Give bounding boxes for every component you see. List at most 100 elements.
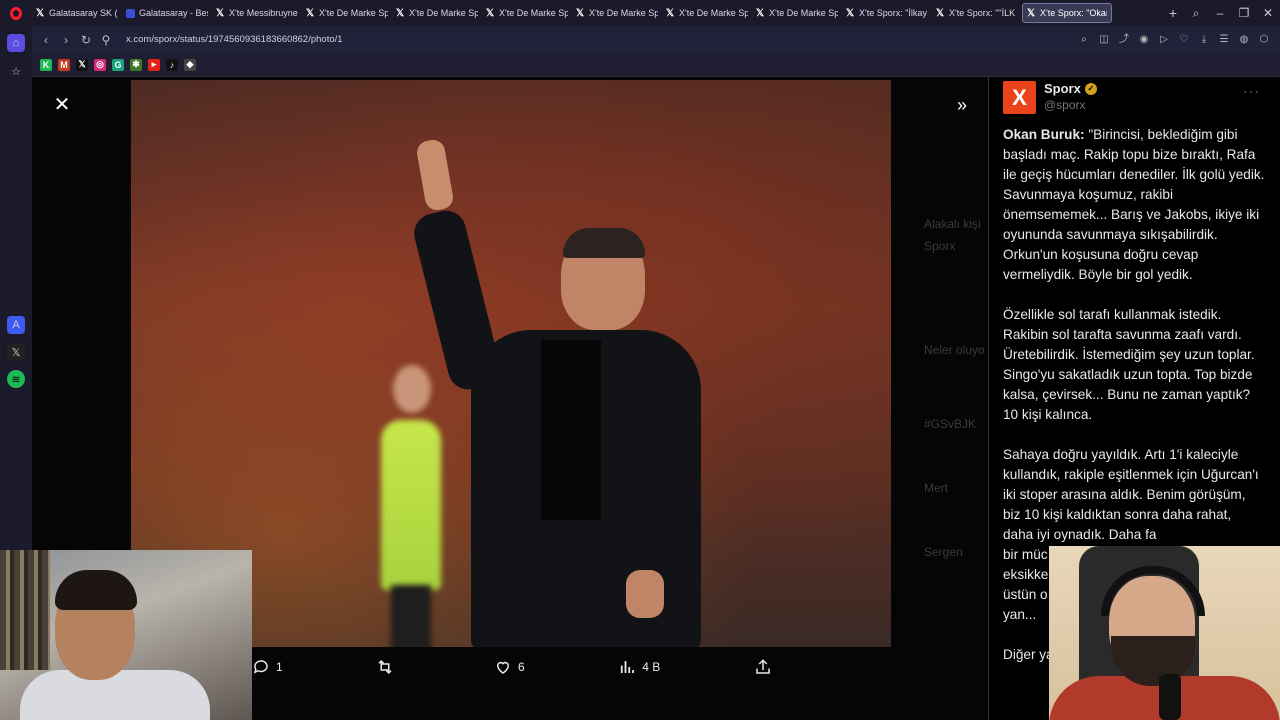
x-icon: 𝕏 xyxy=(576,7,585,19)
referee-figure xyxy=(393,365,431,413)
browser-tab[interactable]: Galatasaray - Beşikt xyxy=(122,3,212,23)
menu-icon[interactable]: ☰ xyxy=(1216,32,1232,48)
url-tools: ⌕ ◫ ⤴ ◉ ▷ ♡ ⤓ ☰ ◍ ⬡ xyxy=(1076,32,1272,48)
browser-tab[interactable]: 𝕏 X'te Sporx: ""İLK 30 xyxy=(932,3,1022,23)
opera-logo-icon[interactable] xyxy=(0,0,32,26)
browser-tab[interactable]: 𝕏 X'te De Marke Spor xyxy=(662,3,752,23)
bookmark-extra-icon[interactable]: ◆ xyxy=(184,58,196,71)
url-field[interactable]: x.com/sporx/status/1974560936183660862/p… xyxy=(126,34,1076,45)
tweet-paragraph: Sahaya doğru yayıldık. Artı 1'i kaleciyl… xyxy=(1003,447,1259,542)
bookmark-gmail-icon[interactable]: M xyxy=(58,58,70,71)
like-count: 6 xyxy=(517,660,525,674)
coach-hand xyxy=(415,138,455,212)
views-button[interactable]: 4 B xyxy=(618,658,660,676)
forward-button[interactable]: › xyxy=(56,33,76,47)
tab-label: X'te De Marke Spor xyxy=(409,8,478,18)
tab-label: Galatasaray - Beşikt xyxy=(139,8,208,18)
repost-icon xyxy=(378,659,392,675)
share-button[interactable] xyxy=(754,658,772,676)
referee-shirt xyxy=(381,420,441,590)
x-icon: 𝕏 xyxy=(306,7,315,19)
bookmarks-bar: K M 𝕏 ◎ G ✱ ▸ ♪ ◆ xyxy=(32,53,1280,77)
zoom-icon[interactable]: ⌕ xyxy=(1076,32,1092,48)
browser-tab[interactable]: 𝕏 X'te De Marke Spor xyxy=(302,3,392,23)
reply-button[interactable]: 1 xyxy=(252,658,283,676)
views-count: 4 B xyxy=(642,660,661,674)
like-button[interactable]: 6 xyxy=(494,658,525,676)
maximize-button[interactable]: ❐ xyxy=(1232,6,1256,20)
tab-label: X'te Sporx: ""İLK 30 xyxy=(949,8,1018,18)
browser-tab[interactable]: 𝕏 Galatasaray SK (@G xyxy=(32,3,122,23)
search-tabs-icon[interactable]: ⌕ xyxy=(1184,6,1208,21)
minimize-button[interactable]: – xyxy=(1208,6,1232,20)
bookshelf xyxy=(0,550,50,670)
x-icon: 𝕏 xyxy=(756,7,765,19)
webcam-right xyxy=(1049,546,1280,720)
player-icon[interactable]: ▷ xyxy=(1156,32,1172,48)
x-icon: 𝕏 xyxy=(486,7,495,19)
home-icon[interactable]: ⌂ xyxy=(7,34,25,52)
new-tab-button[interactable]: + xyxy=(1162,5,1184,21)
webcam-left xyxy=(0,550,252,720)
x-app-icon[interactable]: 𝕏 xyxy=(7,343,25,361)
tab-label: X'te De Marke Spor xyxy=(319,8,388,18)
tab-label: X'te De Marke Spor xyxy=(679,8,748,18)
heart-icon xyxy=(496,661,509,674)
author-handle[interactable]: @sporx xyxy=(1044,98,1097,112)
extensions-icon[interactable]: ⬡ xyxy=(1256,32,1272,48)
bookmark-x-icon[interactable]: 𝕏 xyxy=(76,58,88,71)
browser-tab[interactable]: 𝕏 X'te De Marke Spor xyxy=(482,3,572,23)
bookmark-instagram-icon[interactable]: ◎ xyxy=(94,58,106,71)
browser-tab[interactable]: 𝕏 X'te De Marke Spor xyxy=(392,3,482,23)
address-bar: ‹ › ↻ ⚲ x.com/sporx/status/1974560936183… xyxy=(32,26,1280,53)
coach-shirt xyxy=(541,340,601,520)
browser-tab[interactable]: 𝕏 X'te Messibruyne: " xyxy=(212,3,302,23)
x-icon: 𝕏 xyxy=(846,7,855,19)
verified-badge-icon: ✓ xyxy=(1084,82,1097,95)
profile-icon[interactable]: ◍ xyxy=(1236,32,1252,48)
coach-other-hand xyxy=(626,570,664,618)
author-name[interactable]: Sporx xyxy=(1044,81,1081,96)
browser-tab[interactable]: 𝕏 X'te De Marke Spor xyxy=(572,3,662,23)
avatar[interactable]: X xyxy=(1003,81,1036,114)
repost-button[interactable] xyxy=(376,658,400,676)
browser-tab[interactable]: 𝕏 X'te Sporx: "İlkay Gü xyxy=(842,3,932,23)
tweet-paragraph: "Birincisi, beklediğim gibi başladı maç.… xyxy=(1003,127,1265,282)
back-button[interactable]: ‹ xyxy=(36,33,56,47)
bookmark-youtube-icon[interactable]: ▸ xyxy=(148,58,160,71)
microphone xyxy=(1159,674,1181,720)
browser-tab[interactable]: 𝕏 X'te Sporx: "Okan Buruk: xyxy=(1022,3,1112,23)
spotify-icon[interactable]: ≋ xyxy=(7,370,25,388)
heart-icon[interactable]: ♡ xyxy=(1176,32,1192,48)
site-info-icon[interactable]: ⚲ xyxy=(96,33,116,47)
star-icon[interactable]: ☆ xyxy=(7,62,25,80)
close-window-button[interactable]: ✕ xyxy=(1256,6,1280,20)
x-icon: 𝕏 xyxy=(396,7,405,19)
coach-hair xyxy=(563,228,645,258)
bookmark-kick-icon[interactable]: K xyxy=(40,58,52,71)
tweet-speaker: Okan Buruk: xyxy=(1003,127,1085,142)
browser-tab[interactable]: 𝕏 X'te De Marke Spor xyxy=(752,3,842,23)
expand-panel-icon[interactable]: » xyxy=(950,93,974,117)
x-icon: 𝕏 xyxy=(216,7,225,19)
screenshot-icon[interactable]: ◫ xyxy=(1096,32,1112,48)
bookmark-star-icon[interactable]: ✱ xyxy=(130,58,142,71)
streamer-hair xyxy=(55,570,137,610)
galatasaray-icon xyxy=(126,8,135,18)
streamer-shirt xyxy=(20,670,210,720)
download-icon[interactable]: ⤓ xyxy=(1196,32,1212,48)
bookmark-tiktok-icon[interactable]: ♪ xyxy=(166,58,178,71)
more-options-icon[interactable]: ··· xyxy=(1243,83,1260,99)
x-icon: 𝕏 xyxy=(36,7,45,19)
aria-icon[interactable]: A xyxy=(7,316,25,334)
reload-icon[interactable]: ↻ xyxy=(76,33,96,47)
close-viewer-button[interactable]: ✕ xyxy=(50,93,74,117)
bookmark-app-icon[interactable]: G xyxy=(112,58,124,71)
tweet-author[interactable]: X Sporx ✓ @sporx xyxy=(1003,81,1097,114)
analytics-icon xyxy=(621,661,635,673)
vpn-icon[interactable]: ◉ xyxy=(1136,32,1152,48)
share-icon[interactable]: ⤴ xyxy=(1116,32,1132,48)
tweet-paragraph: Özellikle sol tarafı kullanmak istedik. … xyxy=(1003,307,1255,422)
reply-icon xyxy=(253,660,268,674)
tab-label: X'te Messibruyne: " xyxy=(229,8,298,18)
